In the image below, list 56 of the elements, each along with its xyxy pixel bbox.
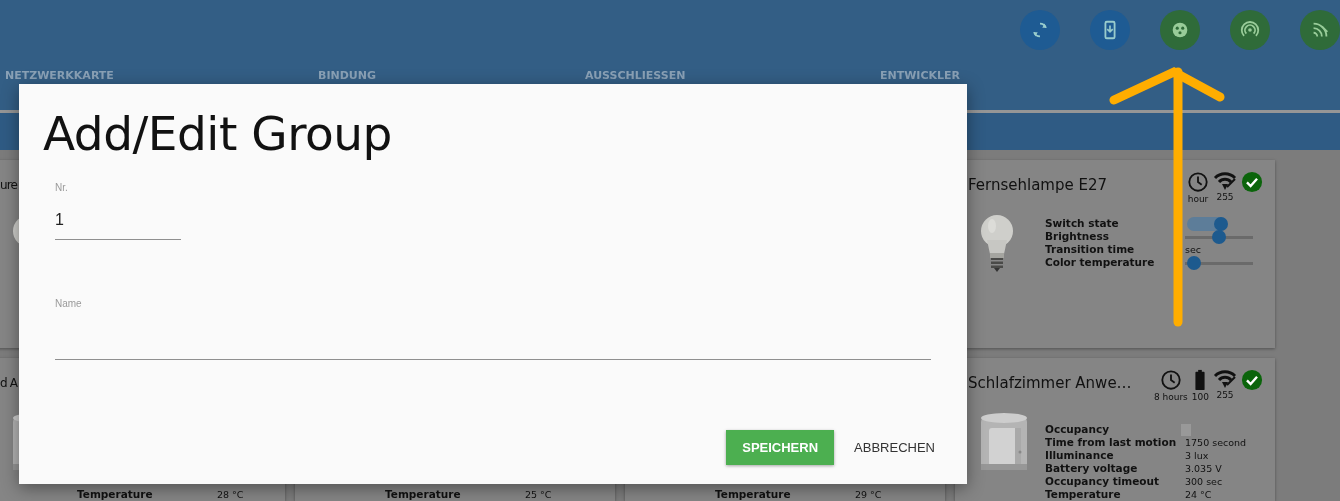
property-value: 28 °C — [217, 488, 244, 501]
phone-download-button[interactable] — [1090, 10, 1130, 50]
sync-button[interactable] — [1020, 10, 1060, 50]
property-label: Temperature — [385, 488, 462, 501]
input-field[interactable]: 1 — [55, 211, 181, 240]
check-circle-icon — [1241, 171, 1263, 193]
slider-thumb[interactable] — [1212, 229, 1226, 244]
slider-thumb[interactable] — [1186, 255, 1201, 270]
property-label: Transition time — [1045, 243, 1136, 256]
property-value: 24 °C — [1185, 488, 1212, 501]
property-label: Brightness — [1045, 230, 1110, 243]
status-text: 8 hours — [1153, 392, 1188, 402]
property-label: Time from last motion — [1045, 436, 1178, 449]
card-title: Schlafzimmer Anwe… — [968, 374, 1132, 392]
clock-icon — [1187, 171, 1209, 193]
property-label: Temperature — [77, 488, 154, 501]
card-title: ure — [0, 178, 17, 192]
tab[interactable]: ENTWICKLER — [880, 69, 961, 82]
property-value: 29 °C — [855, 488, 882, 501]
property-label: Occupancy timeout — [1045, 475, 1161, 488]
cancel-button[interactable]: ABBRECHEN — [844, 430, 945, 465]
field-label: Nr. — [55, 182, 69, 193]
property-label: Color temperature — [1045, 256, 1156, 269]
signal-icon — [1213, 171, 1237, 191]
property-label: Occupancy — [1045, 423, 1110, 436]
property-value: sec — [1185, 243, 1202, 256]
card-title: Fernsehlampe E27 — [968, 176, 1108, 194]
property-label: Temperature — [715, 488, 792, 501]
dots-circle-button[interactable] — [1160, 10, 1200, 50]
check-circle-icon — [1241, 369, 1263, 391]
property-label: Temperature — [1045, 488, 1122, 501]
save-button[interactable]: SPEICHERN — [726, 430, 835, 465]
property-label: Illuminance — [1045, 449, 1115, 462]
field-label: Name — [55, 298, 83, 309]
status-text: 100 — [1191, 392, 1209, 402]
status-text: 255 — [1216, 192, 1234, 202]
property-value: 300 sec — [1185, 475, 1223, 488]
tab[interactable]: AUSSCHLIESSEN — [585, 69, 686, 82]
property-value: 3 lux — [1185, 449, 1209, 462]
wireless-button[interactable] — [1230, 10, 1270, 50]
dialog-title: Add/Edit Group — [43, 106, 393, 162]
property-value: 3.035 V — [1185, 462, 1222, 475]
property-value: 1750 second — [1185, 436, 1247, 449]
status-text: hour — [1187, 194, 1209, 204]
toggle-switch[interactable] — [1187, 216, 1227, 231]
battery-icon — [1194, 369, 1207, 391]
property-label: Battery voltage — [1045, 462, 1139, 475]
feed-button[interactable] — [1300, 10, 1340, 50]
signal-icon — [1213, 369, 1237, 389]
card-title: d A — [0, 376, 17, 390]
tab[interactable]: NETZWERKKARTE — [5, 69, 114, 82]
clock-icon — [1159, 369, 1182, 391]
status-text: 255 — [1216, 390, 1234, 400]
property-value: 25 °C — [525, 488, 552, 501]
tab[interactable]: BINDUNG — [318, 69, 376, 82]
property-label: Switch state — [1045, 217, 1120, 230]
